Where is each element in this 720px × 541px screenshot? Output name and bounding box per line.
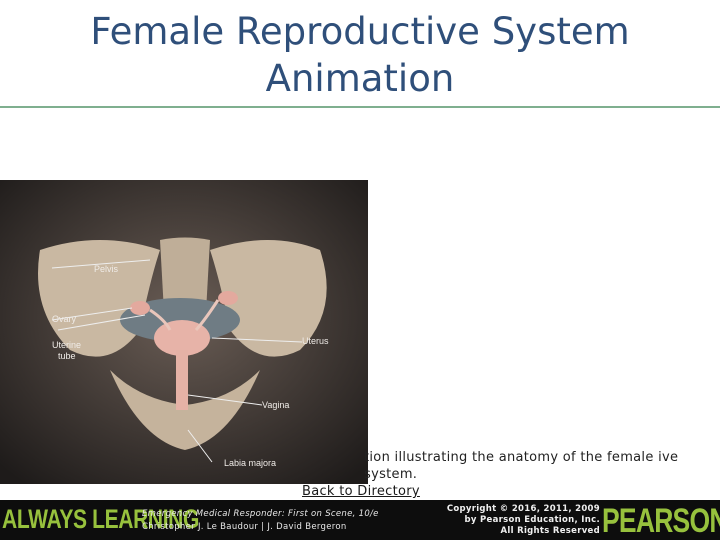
animation-video[interactable]: Pelvis Ovary Uterus Uterine tube Vagina …: [0, 180, 368, 484]
animation-description: tion illustrating the anatomy of the fem…: [364, 450, 679, 482]
book-authors: Christopher J. Le Baudour | J. David Ber…: [142, 522, 347, 532]
title-line-1: Female Reproductive System: [90, 10, 630, 53]
label-vagina: Vagina: [262, 400, 290, 410]
copyright-notice: Copyright © 2016, 2011, 2009 by Pearson …: [430, 504, 600, 537]
label-uterus: Uterus: [302, 336, 329, 346]
pearson-logo: PEARSON: [602, 502, 720, 540]
pelvis-illustration: [0, 180, 368, 484]
book-title: Emergency Medical Responder: First on Sc…: [142, 509, 379, 519]
label-pelvis: Pelvis: [94, 264, 119, 274]
copyright-line-2: by Pearson Education, Inc.: [464, 515, 600, 525]
label-labia-majora: Labia majora: [224, 458, 277, 468]
slide-title: Female Reproductive System Animation: [0, 8, 720, 102]
back-to-directory-link[interactable]: Back to Directory: [302, 484, 420, 499]
label-ovary: Ovary: [52, 314, 77, 324]
copyright-line-1: Copyright © 2016, 2011, 2009: [446, 504, 600, 514]
title-line-2: Animation: [265, 57, 455, 100]
footer-bar: ALWAYS LEARNING Emergency Medical Respon…: [0, 500, 720, 540]
title-divider: [0, 106, 720, 108]
label-uterine: Uterine: [52, 340, 82, 350]
copyright-line-3: All Rights Reserved: [500, 526, 600, 536]
label-tube: tube: [58, 351, 76, 361]
book-citation: Emergency Medical Responder: First on Sc…: [142, 508, 379, 534]
